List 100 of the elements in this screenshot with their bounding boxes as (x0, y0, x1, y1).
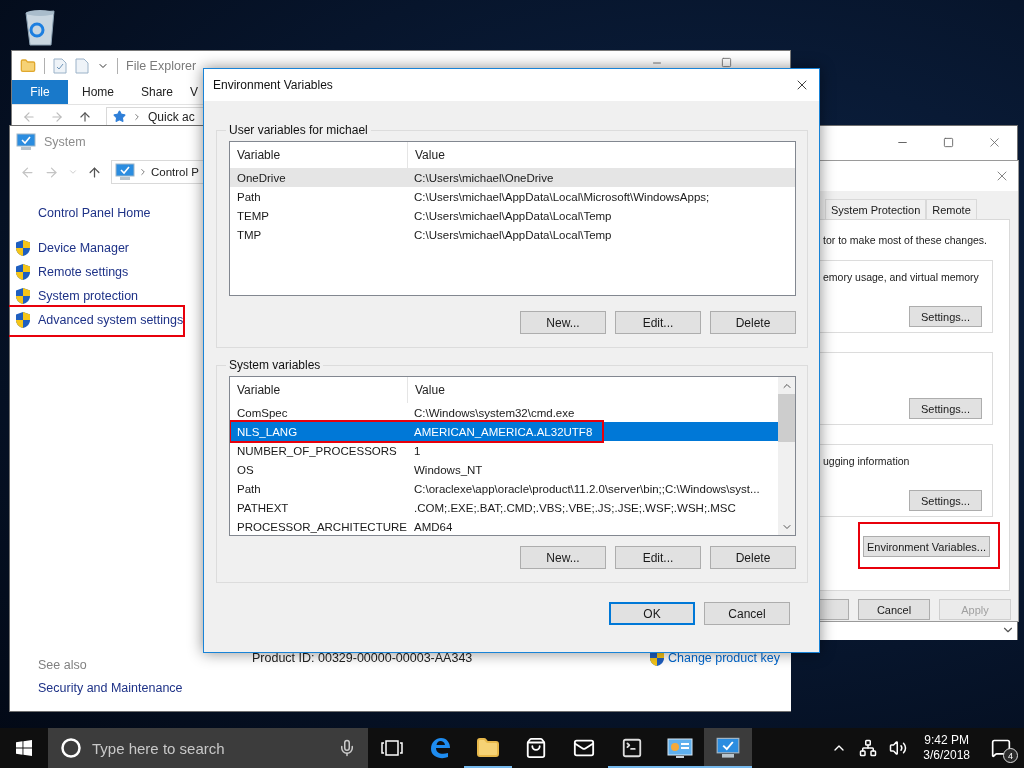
up-icon[interactable] (78, 109, 92, 124)
change-product-key-link[interactable]: Change product key (668, 651, 780, 665)
list-row[interactable]: TEMP C:\Users\michael\AppData\Local\Temp (230, 206, 795, 225)
dialog-tab[interactable]: System Protection (825, 199, 927, 219)
list-row[interactable]: OneDrive C:\Users\michael\OneDrive (230, 168, 795, 187)
list-row[interactable]: Path C:\Users\michael\AppData\Local\Microsoft\WindowsApps; (230, 187, 795, 206)
speaker-icon[interactable] (889, 739, 908, 757)
settings-button[interactable]: Settings... (909, 306, 982, 327)
taskbar-button[interactable] (704, 728, 752, 768)
task-link[interactable]: System protection (38, 289, 139, 303)
shopping-bag-icon (525, 737, 547, 759)
list-row[interactable]: NLS_LANG AMERICAN_AMERICA.AL32UTF8 (230, 422, 778, 441)
column-header[interactable]: Value (408, 142, 795, 168)
variable-name: PROCESSOR_ARCHITECTURE (236, 520, 408, 533)
network-icon[interactable] (859, 739, 878, 757)
task-link[interactable]: Remote settings (38, 265, 129, 279)
variable-name: NLS_LANG (236, 425, 299, 438)
dialog-button[interactable]: Cancel (858, 599, 930, 620)
environment-variables-button[interactable]: Environment Variables... (863, 536, 990, 557)
variable-name: NUMBER_OF_PROCESSORS (236, 444, 398, 457)
list-row[interactable]: PROCESSOR_ARCHITECTURE AMD64 (230, 517, 778, 535)
terminal-icon (621, 737, 643, 759)
browser-icon (428, 736, 452, 760)
variable-name: OneDrive (236, 171, 287, 184)
list-row[interactable]: TMP C:\Users\michael\AppData\Local\Temp (230, 225, 795, 244)
variable-value: C:\Users\michael\OneDrive (414, 171, 554, 184)
address-text: Quick ac (148, 109, 195, 124)
shield-icon (15, 239, 31, 257)
list-row[interactable]: PATHEXT .COM;.EXE;.BAT;.CMD;.VBS;.VBE;.JS;.JSE;.WSF;.WSH;.MSC (230, 498, 778, 517)
settings-button[interactable]: Settings... (909, 490, 982, 511)
up-icon[interactable] (87, 164, 102, 180)
task-link[interactable]: Advanced system settings (38, 313, 184, 327)
dialog-tab[interactable]: Remote (926, 199, 977, 219)
list-row[interactable]: NUMBER_OF_PROCESSORS 1 (230, 441, 778, 460)
variable-value: C:\Users\michael\AppData\Local\Microsoft\WindowsApps; (414, 190, 710, 203)
see-also-link[interactable]: Security and Maintenance (10, 681, 250, 695)
variable-name: Path (236, 482, 262, 495)
star-icon (113, 110, 126, 124)
note-text: tor to make most of these changes. (822, 234, 988, 246)
variable-name: ComSpec (236, 406, 289, 419)
microphone-icon[interactable] (338, 739, 356, 757)
folder-icon (20, 57, 36, 74)
chevron-icon (138, 167, 148, 177)
group-title: System variables (228, 358, 322, 372)
variable-name: Path (236, 190, 262, 203)
list-action-button[interactable]: New... (520, 311, 606, 334)
ribbon-tab[interactable]: V (186, 80, 202, 104)
list-row[interactable]: OS Windows_NT (230, 460, 778, 479)
scrollbar-thumb[interactable] (778, 394, 795, 442)
chevron-icon (132, 111, 142, 122)
list-row[interactable]: ComSpec C:\Windows\system32\cmd.exe (230, 403, 778, 422)
notification-icon[interactable] (991, 738, 1011, 758)
list-action-button[interactable]: Delete (710, 311, 796, 334)
monitor-icon (115, 163, 135, 181)
monitor-icon (16, 133, 36, 151)
group-title: User variables for michael (228, 123, 369, 137)
scrollbar[interactable] (778, 377, 795, 535)
list-action-button[interactable]: Edit... (615, 311, 701, 334)
variable-value: C:\Users\michael\AppData\Local\Temp (414, 209, 612, 222)
shield-icon (15, 263, 31, 281)
column-header[interactable]: Value (408, 377, 778, 403)
dialog-button[interactable]: OK (609, 602, 695, 625)
maximize-button[interactable] (721, 57, 732, 68)
task-view-icon (381, 739, 403, 757)
window-title: System (44, 135, 86, 149)
ribbon-tab[interactable]: Home (68, 80, 128, 104)
product-id-text: Product ID: 00329-00000-00003-AA343 (252, 651, 474, 665)
variable-value: AMERICAN_AMERICA.AL32UTF8 (414, 425, 593, 438)
variable-value: 1 (414, 444, 421, 457)
shield-icon (15, 287, 31, 305)
list-row[interactable]: Path C:\oraclexe\app\oracle\product\11.2.0\server\bin;;C:\Windows\syst... (230, 479, 778, 498)
group-description: ugging information (823, 455, 910, 467)
dialog-button[interactable]: Cancel (704, 602, 790, 625)
date-text: 3/6/2018 (923, 748, 970, 763)
ring-icon (60, 737, 82, 759)
maximize-button[interactable] (942, 136, 954, 148)
ribbon-tab[interactable]: Share (128, 80, 186, 104)
variable-name: TEMP (236, 209, 270, 222)
list-action-button[interactable]: Edit... (615, 546, 701, 569)
monitor-icon (716, 737, 740, 759)
variables-list[interactable]: Variable Value OneDrive C:\Users\michael\OneDrive Path C:\Users\michael\AppData\Local\Microsoft\WindowsApps; TEMP C:\Users\michael\AppData\Local\Temp TMP C:\Users\michael\AppData\Local\Temp (229, 141, 796, 296)
windows-logo-icon (16, 740, 32, 756)
time-text: 9:42 PM (924, 733, 969, 748)
settings-button[interactable]: Settings... (909, 398, 982, 419)
search-field[interactable]: Type here to search (92, 737, 328, 759)
variable-name: OS (236, 463, 255, 476)
address-text: Control P (151, 166, 199, 178)
ribbon-tab[interactable]: File (12, 80, 68, 104)
task-link[interactable]: Device Manager (38, 241, 129, 255)
variable-name: TMP (236, 228, 263, 241)
notification-badge: 4 (1003, 748, 1018, 763)
variables-list[interactable] (229, 376, 796, 536)
search-bar[interactable]: Type here to search (48, 728, 368, 768)
clock[interactable]: 9:42 PM 3/6/2018 (919, 733, 974, 763)
column-header[interactable]: Variable (230, 377, 408, 403)
variable-value: AMD64 (414, 520, 453, 533)
variable-name: PATHEXT (236, 501, 290, 514)
list-action-button[interactable]: Delete (710, 546, 796, 569)
see-also-heading: See also (37, 658, 88, 672)
list-action-button[interactable]: New... (520, 546, 606, 569)
